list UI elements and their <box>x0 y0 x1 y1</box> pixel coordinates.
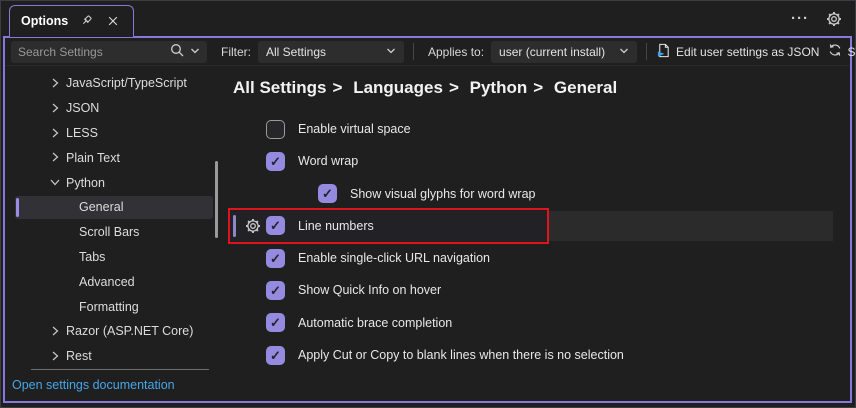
filter-dropdown[interactable]: All Settings <box>258 40 404 63</box>
settings-content: All Settings > Languages > Python > General… <box>228 66 850 401</box>
tree-item-tabs[interactable]: Tabs <box>5 245 229 270</box>
settings-tree: JavaScript/TypeScript JSON LESS Plain Te… <box>5 66 229 369</box>
tree-item-less[interactable]: LESS <box>5 121 229 146</box>
chevron-right-icon[interactable] <box>49 77 61 92</box>
checkbox-show-visual-glyphs[interactable] <box>318 184 337 204</box>
settings-gear-icon[interactable] <box>825 10 843 28</box>
tree-item-plain-text[interactable]: Plain Text <box>5 145 229 170</box>
panel-body: JavaScript/TypeScript JSON LESS Plain Te… <box>5 66 850 401</box>
checkbox-word-wrap[interactable] <box>266 151 285 171</box>
edit-json-label: Edit user settings as JSON <box>676 44 820 59</box>
search-settings-box[interactable] <box>11 40 207 63</box>
toolbar-separator <box>646 43 648 60</box>
chevron-right-icon[interactable] <box>49 350 61 365</box>
close-icon[interactable] <box>104 12 122 30</box>
setting-row-show-visual-glyphs: Show visual glyphs for word wrap <box>233 179 850 209</box>
edit-json-button[interactable]: Edit user settings as JSON <box>656 43 819 61</box>
breadcrumb-part: Languages <box>353 78 443 97</box>
tree-item-formatting[interactable]: Formatting <box>5 294 229 319</box>
open-settings-documentation-link[interactable]: Open settings documentation <box>12 378 175 392</box>
setting-row-word-wrap: Word wrap <box>233 146 850 176</box>
tree-item-rest[interactable]: Rest <box>5 344 229 369</box>
search-icon[interactable] <box>170 43 184 60</box>
toolbar: Filter: All Settings Applies to: user (c… <box>5 38 855 66</box>
breadcrumb: All Settings > Languages > Python > General <box>233 78 623 98</box>
sync-icon <box>828 43 842 60</box>
tree-item-scroll-bars[interactable]: Scroll Bars <box>5 220 229 245</box>
chevron-right-icon[interactable] <box>49 102 61 117</box>
titlebar: Options ··· <box>1 1 855 37</box>
setting-row-line-numbers: Line numbers <box>228 207 850 244</box>
applies-to-dropdown-value: user (current install) <box>499 44 606 59</box>
chevron-down-icon <box>386 45 396 59</box>
checkbox-line-numbers[interactable] <box>266 216 285 236</box>
titlebar-actions: ··· <box>791 10 843 28</box>
selected-item-accent-bar <box>16 197 19 217</box>
tree-item-advanced[interactable]: Advanced <box>5 269 229 294</box>
filter-dropdown-value: All Settings <box>266 44 327 59</box>
breadcrumb-separator: > <box>448 78 459 97</box>
checkbox-quick-info[interactable] <box>266 280 285 300</box>
tree-item-general[interactable]: General <box>5 195 229 220</box>
sync-label: Sync <box>847 44 856 59</box>
tab-options[interactable]: Options <box>9 5 135 37</box>
setting-row-enable-virtual-space: Enable virtual space <box>233 114 850 144</box>
chevron-right-icon[interactable] <box>49 127 61 142</box>
row-focus-accent-bar <box>233 214 236 237</box>
tree-item-razor[interactable]: Razor (ASP.NET Core) <box>5 319 229 344</box>
more-options-icon[interactable]: ··· <box>791 10 809 28</box>
applies-to-dropdown[interactable]: user (current install) <box>491 40 638 63</box>
chevron-down-icon[interactable] <box>49 176 61 191</box>
setting-row-single-click-url: Enable single-click URL navigation <box>233 243 850 273</box>
sidebar: JavaScript/TypeScript JSON LESS Plain Te… <box>5 66 229 401</box>
breadcrumb-separator: > <box>332 78 343 97</box>
chevron-down-icon <box>619 45 629 59</box>
sidebar-divider <box>31 369 209 370</box>
tree-item-json[interactable]: JSON <box>5 96 229 121</box>
tree-item-python[interactable]: Python <box>5 170 229 195</box>
sidebar-scrollbar-thumb[interactable] <box>215 161 218 238</box>
settings-rows: Enable virtual space Word wrap Show visu… <box>228 114 850 372</box>
breadcrumb-separator: > <box>533 78 544 97</box>
gear-icon[interactable] <box>245 218 261 239</box>
checkbox-single-click-url[interactable] <box>266 248 285 268</box>
sync-button[interactable]: Sync <box>828 43 856 60</box>
breadcrumb-part: Python <box>469 78 528 97</box>
tab-options-label: Options <box>21 13 69 28</box>
breadcrumb-part: General <box>553 78 618 97</box>
checkbox-cut-copy-blank-lines[interactable] <box>266 345 285 365</box>
pin-icon[interactable] <box>77 12 95 30</box>
search-input[interactable] <box>18 44 164 59</box>
tree-item-javascript-typescript[interactable]: JavaScript/TypeScript <box>5 71 229 96</box>
options-panel: Filter: All Settings Applies to: user (c… <box>3 36 855 403</box>
edit-json-file-icon <box>656 43 671 61</box>
breadcrumb-part: All Settings <box>233 78 327 97</box>
chevron-right-icon[interactable] <box>49 325 61 340</box>
toolbar-separator <box>413 43 414 60</box>
setting-row-cut-copy-blank-lines: Apply Cut or Copy to blank lines when th… <box>233 340 850 370</box>
setting-row-quick-info: Show Quick Info on hover <box>233 275 850 305</box>
search-options-chevron-icon[interactable] <box>190 45 200 59</box>
applies-to-label: Applies to: <box>428 44 485 59</box>
options-window: Options ··· Search Settings Filter: All … <box>0 0 856 408</box>
chevron-right-icon[interactable] <box>49 151 61 166</box>
checkbox-enable-virtual-space[interactable] <box>266 119 285 139</box>
checkbox-brace-completion[interactable] <box>266 313 285 333</box>
setting-row-brace-completion: Automatic brace completion <box>233 308 850 338</box>
filter-label: Filter: <box>221 44 251 59</box>
